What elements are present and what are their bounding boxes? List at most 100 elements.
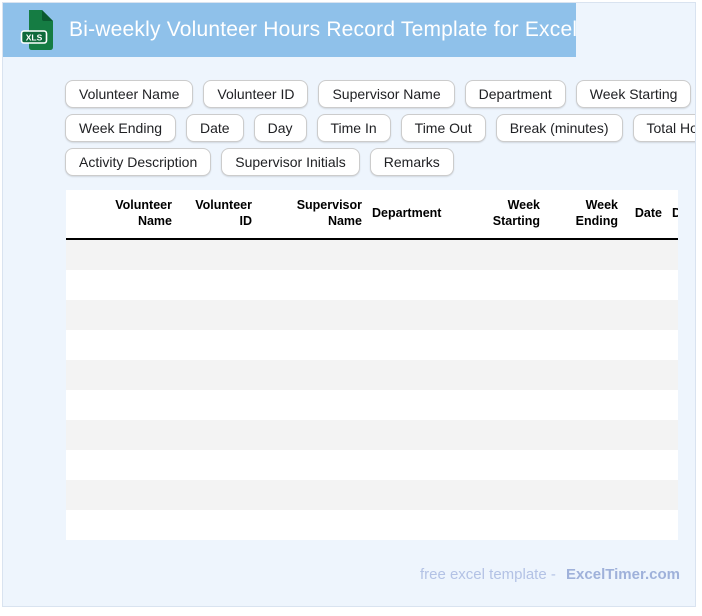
table-cell xyxy=(462,239,546,270)
table-cell xyxy=(66,420,178,450)
table-cell xyxy=(462,330,546,360)
chip-activity-description[interactable]: Activity Description xyxy=(65,148,212,176)
chip-volunteer-name[interactable]: Volunteer Name xyxy=(65,80,194,108)
table-cell xyxy=(666,360,678,390)
chip-remarks[interactable]: Remarks xyxy=(369,148,454,176)
chip-day[interactable]: Day xyxy=(253,114,307,142)
template-preview-card: XLS Bi-weekly Volunteer Hours Record Tem… xyxy=(2,2,696,607)
table-cell xyxy=(258,360,368,390)
chip-date[interactable]: Date xyxy=(186,114,244,142)
chip-row: Volunteer Name Volunteer ID Supervisor N… xyxy=(65,80,692,108)
table-cell xyxy=(258,330,368,360)
table-cell xyxy=(66,239,178,270)
table-cell xyxy=(546,330,624,360)
chip-supervisor-name[interactable]: Supervisor Name xyxy=(318,80,455,108)
table-cell xyxy=(666,420,678,450)
col-header-volunteer-id: Volunteer ID xyxy=(178,190,258,240)
table-row xyxy=(66,270,678,300)
table-cell xyxy=(368,270,462,300)
table-cell xyxy=(546,450,624,480)
col-header-day: Day xyxy=(666,190,678,240)
chip-department[interactable]: Department xyxy=(464,80,566,108)
col-header-week-ending: Week Ending xyxy=(546,190,624,240)
table-cell xyxy=(66,510,178,540)
table-cell xyxy=(258,270,368,300)
table-row xyxy=(66,420,678,450)
table-cell xyxy=(462,390,546,420)
chip-volunteer-id[interactable]: Volunteer ID xyxy=(203,80,309,108)
table-cell xyxy=(624,239,666,270)
table-cell xyxy=(368,239,462,270)
table-cell xyxy=(178,420,258,450)
table-cell xyxy=(666,390,678,420)
table-cell xyxy=(178,480,258,510)
table-cell xyxy=(462,270,546,300)
table-cell xyxy=(66,390,178,420)
xls-file-icon: XLS xyxy=(20,10,53,50)
table-cell xyxy=(368,360,462,390)
table-cell xyxy=(666,480,678,510)
table-cell xyxy=(178,510,258,540)
table-row xyxy=(66,390,678,420)
table-cell xyxy=(462,510,546,540)
table-cell xyxy=(624,450,666,480)
footer-brand-link[interactable]: ExcelTimer.com xyxy=(566,566,680,583)
table-cell xyxy=(546,270,624,300)
col-header-department: Department xyxy=(368,190,462,240)
table-cell xyxy=(368,420,462,450)
table-cell xyxy=(368,450,462,480)
table-cell xyxy=(624,360,666,390)
table-cell xyxy=(624,270,666,300)
table-cell xyxy=(66,300,178,330)
footer-credit: free excel template - ExcelTimer.com xyxy=(420,566,680,583)
table-cell xyxy=(624,480,666,510)
table-cell xyxy=(178,390,258,420)
table-cell xyxy=(462,420,546,450)
table-cell xyxy=(178,450,258,480)
table-row xyxy=(66,300,678,330)
chip-break-minutes[interactable]: Break (minutes) xyxy=(495,114,623,142)
chip-week-ending[interactable]: Week Ending xyxy=(65,114,177,142)
table-cell xyxy=(258,450,368,480)
table-cell xyxy=(258,300,368,330)
table-row xyxy=(66,480,678,510)
table-cell xyxy=(178,360,258,390)
table-cell xyxy=(258,239,368,270)
table-cell xyxy=(66,450,178,480)
footer-tagline: free excel template - xyxy=(419,566,556,583)
table-cell xyxy=(624,510,666,540)
table-cell xyxy=(624,390,666,420)
table-cell xyxy=(666,300,678,330)
chip-total-hours[interactable]: Total Hours xyxy=(632,114,695,142)
table-cell xyxy=(66,480,178,510)
table-cell xyxy=(546,239,624,270)
table-cell xyxy=(368,330,462,360)
table-header: Volunteer Name Volunteer ID Supervisor N… xyxy=(66,190,678,240)
table-cell xyxy=(462,480,546,510)
table-row xyxy=(66,330,678,360)
chip-time-out[interactable]: Time Out xyxy=(400,114,486,142)
chip-supervisor-initials[interactable]: Supervisor Initials xyxy=(221,148,360,176)
table-cell xyxy=(666,450,678,480)
table-body xyxy=(66,239,678,540)
table-cell xyxy=(258,390,368,420)
table-cell xyxy=(178,239,258,270)
table-cell xyxy=(624,300,666,330)
table-cell xyxy=(546,480,624,510)
table-cell xyxy=(66,330,178,360)
chip-time-in[interactable]: Time In xyxy=(316,114,391,142)
col-header-volunteer-name: Volunteer Name xyxy=(66,190,178,240)
table-cell xyxy=(66,270,178,300)
table-cell xyxy=(368,300,462,330)
col-header-date: Date xyxy=(624,190,666,240)
chip-row: Week Ending Date Day Time In Time Out Br… xyxy=(65,114,695,142)
chip-week-starting[interactable]: Week Starting xyxy=(575,80,692,108)
table-cell xyxy=(66,360,178,390)
table-cell xyxy=(666,330,678,360)
table-cell xyxy=(546,420,624,450)
table-cell xyxy=(368,390,462,420)
table-cell xyxy=(546,390,624,420)
col-header-supervisor-name: Supervisor Name xyxy=(258,190,368,240)
table-cell xyxy=(546,360,624,390)
page-title: Bi-weekly Volunteer Hours Record Templat… xyxy=(69,18,578,41)
